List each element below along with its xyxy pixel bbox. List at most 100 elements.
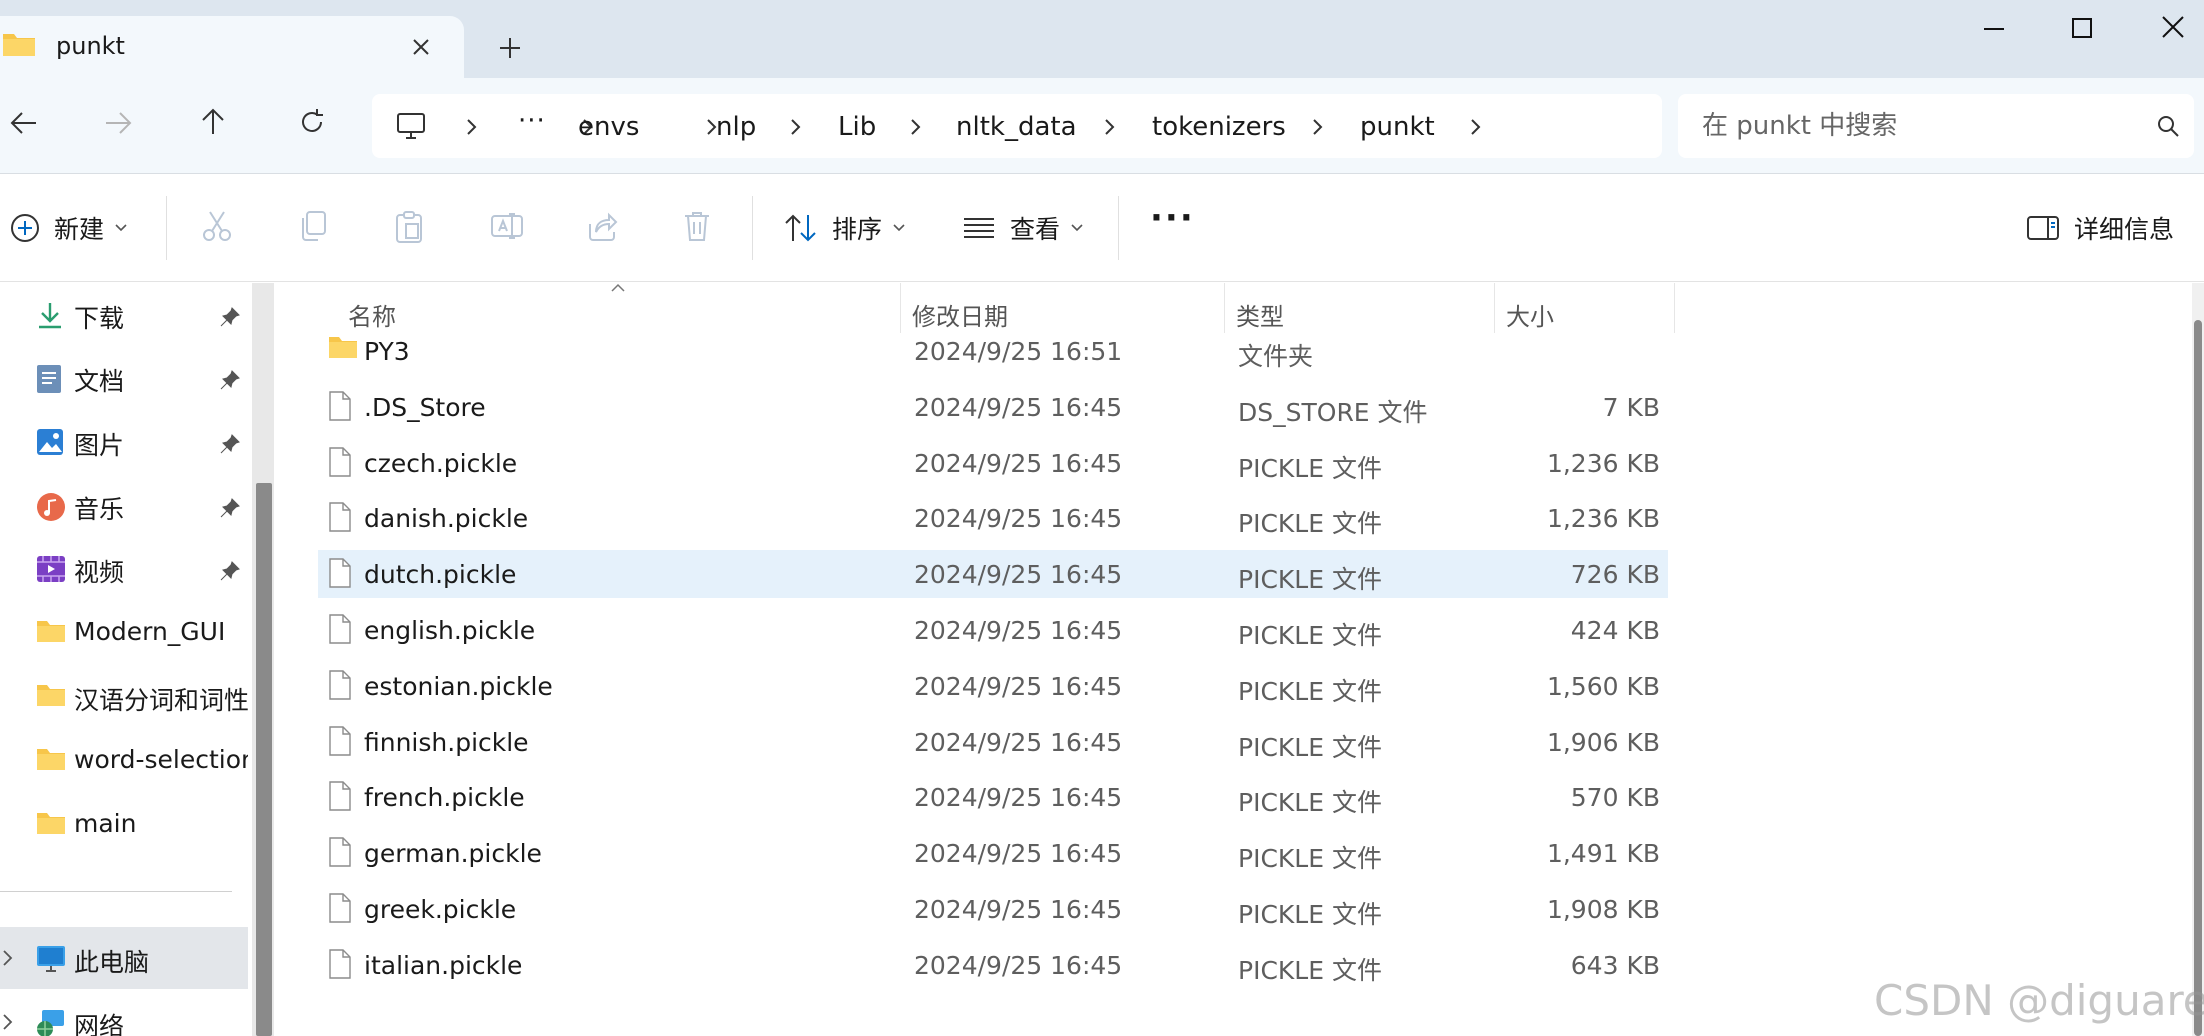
cut-icon	[202, 210, 232, 242]
breadcrumb-chevron-icon[interactable]	[1104, 118, 1116, 136]
column-divider[interactable]	[1674, 283, 1675, 333]
sidebar-item-documents[interactable]: 文档	[0, 346, 248, 408]
file-size: 1,236 KB	[1546, 504, 1660, 534]
chevron-right-icon[interactable]	[2, 949, 14, 967]
search-icon[interactable]	[2156, 114, 2180, 138]
pin-icon[interactable]	[220, 370, 240, 390]
sort-ascending-icon	[610, 283, 626, 293]
file-row[interactable]: finnish.pickle 2024/9/25 16:45 PICKLE 文件 1,…	[318, 718, 1668, 766]
file-row[interactable]: italian.pickle 2024/9/25 16:45 PICKLE 文件 64…	[318, 941, 1668, 989]
search-box[interactable]	[1678, 94, 2194, 158]
file-type: PICKLE 文件	[1238, 565, 1382, 595]
breadcrumb-lib[interactable]: Lib	[838, 112, 876, 142]
file-type: PICKLE 文件	[1238, 453, 1382, 483]
breadcrumb-chevron-icon[interactable]	[790, 118, 802, 136]
file-row[interactable]: PY3 2024/9/25 16:51 文件夹	[318, 327, 1668, 375]
sidebar-item-word-selection[interactable]: word-selection	[0, 729, 248, 791]
pin-icon[interactable]	[220, 561, 240, 581]
file-row[interactable]: .DS_Store 2024/9/25 16:45 DS_STORE 文件 7 KB	[318, 383, 1668, 431]
file-row[interactable]: danish.pickle 2024/9/25 16:45 PICKLE 文件 1,2…	[318, 494, 1668, 542]
sidebar-item-videos[interactable]: 视频	[0, 537, 248, 599]
file-type: PICKLE 文件	[1238, 509, 1382, 539]
file-modified: 2024/9/25 16:45	[914, 895, 1123, 924]
column-divider[interactable]	[1224, 283, 1225, 333]
file-row[interactable]: english.pickle 2024/9/25 16:45 PICKLE 文件 42…	[318, 606, 1668, 654]
file-icon	[328, 837, 352, 867]
this-pc-icon	[36, 945, 66, 973]
new-button[interactable]: 新建	[10, 210, 128, 246]
up-arrow-icon[interactable]	[200, 108, 226, 136]
pane-splitter[interactable]	[274, 283, 282, 1036]
file-modified: 2024/9/25 16:45	[914, 839, 1123, 869]
file-row[interactable]: dutch.pickle 2024/9/25 16:45 PICKLE 文件 726 …	[318, 550, 1668, 599]
sidebar-item-label: word-selection	[74, 745, 248, 774]
title-bar: punkt	[0, 0, 2204, 78]
new-tab-icon[interactable]	[496, 34, 524, 62]
sidebar-item-network[interactable]: 网络	[0, 991, 248, 1036]
details-pane-button[interactable]: 详细信息	[2026, 210, 2174, 246]
file-type: PICKLE 文件	[1238, 955, 1382, 985]
breadcrumb-chevron-icon[interactable]	[1312, 118, 1324, 136]
file-row[interactable]: estonian.pickle 2024/9/25 16:45 PICKLE 文件 1…	[318, 662, 1668, 710]
file-type: PICKLE 文件	[1238, 900, 1382, 929]
command-bar: 新建 排序 查看 ··· 详细信息	[0, 174, 2204, 282]
file-list: 名称 修改日期 类型 大小 PY3 2024/9/25 16:51 文件夹 .DS_S…	[282, 283, 2188, 1036]
breadcrumb-nltk-data[interactable]: nltk_data	[956, 112, 1077, 142]
address-bar[interactable]: ··· envs nlp Lib nltk_data tokenizers pu…	[372, 94, 1662, 158]
folder-icon	[36, 747, 66, 771]
sidebar-item-modern-gui[interactable]: Modern_GUI	[0, 601, 248, 663]
file-size: 424 KB	[1570, 616, 1660, 645]
sidebar-item-chinese-segmentation[interactable]: 汉语分词和词性标注	[0, 665, 248, 727]
close-window-icon[interactable]	[2160, 14, 2186, 40]
breadcrumb-envs[interactable]: envs	[578, 112, 639, 142]
file-row[interactable]: french.pickle 2024/9/25 16:45 PICKLE 文件 570…	[318, 773, 1668, 821]
file-icon	[328, 446, 352, 477]
column-divider[interactable]	[900, 283, 901, 333]
pin-icon[interactable]	[220, 307, 240, 327]
this-pc-icon[interactable]	[396, 112, 426, 140]
navigation-bar: ··· envs nlp Lib nltk_data tokenizers pu…	[0, 78, 2204, 174]
refresh-icon[interactable]	[298, 108, 326, 136]
file-type: PICKLE 文件	[1238, 732, 1382, 762]
breadcrumb-chevron-icon[interactable]	[1470, 118, 1482, 136]
close-tab-icon[interactable]	[408, 34, 434, 60]
file-icon	[328, 893, 352, 923]
paste-icon	[394, 210, 424, 244]
sort-button[interactable]: 排序	[784, 210, 906, 246]
sidebar-item-label: Modern_GUI	[74, 617, 226, 646]
sidebar-item-main[interactable]: main	[0, 793, 248, 855]
tab-punkt[interactable]: punkt	[0, 16, 464, 78]
pin-icon[interactable]	[220, 434, 240, 454]
breadcrumb-chevron-icon[interactable]	[466, 118, 478, 136]
minimize-icon[interactable]	[1982, 27, 2006, 31]
folder-icon	[36, 811, 66, 835]
sidebar-item-downloads[interactable]: 下载	[0, 283, 248, 345]
sidebar-item-pictures[interactable]: 图片	[0, 410, 248, 472]
sidebar-scrollbar-thumb[interactable]	[256, 483, 272, 1036]
file-size: 726 KB	[1570, 560, 1660, 590]
file-row[interactable]: german.pickle 2024/9/25 16:45 PICKLE 文件 1,4…	[318, 829, 1668, 877]
column-divider[interactable]	[1494, 283, 1495, 333]
breadcrumb-punkt[interactable]: punkt	[1360, 112, 1435, 142]
chevron-right-icon[interactable]	[2, 1013, 14, 1031]
file-size: 1,560 KB	[1546, 671, 1660, 701]
breadcrumb-chevron-icon[interactable]	[910, 118, 922, 136]
view-button[interactable]: 查看	[962, 210, 1084, 246]
file-modified: 2024/9/25 16:45	[914, 392, 1123, 422]
details-pane-label: 详细信息	[2074, 215, 2175, 244]
sidebar-item-label: main	[74, 809, 137, 838]
sidebar-item-this-pc[interactable]: 此电脑	[0, 927, 248, 989]
maximize-icon[interactable]	[2070, 16, 2094, 40]
file-row[interactable]: czech.pickle 2024/9/25 16:45 PICKLE 文件 1,23…	[318, 439, 1668, 487]
sidebar-item-music[interactable]: 音乐	[0, 474, 248, 536]
breadcrumb-tokenizers[interactable]: tokenizers	[1152, 112, 1286, 142]
folder-icon	[36, 619, 66, 643]
breadcrumb-nlp[interactable]: nlp	[716, 112, 756, 142]
file-list-scrollbar-thumb[interactable]	[2194, 320, 2202, 1036]
back-arrow-icon[interactable]	[10, 110, 38, 136]
search-input[interactable]	[1702, 108, 2122, 144]
breadcrumb-more[interactable]: ···	[518, 106, 546, 136]
file-row[interactable]: greek.pickle 2024/9/25 16:45 PICKLE 文件 1,90…	[318, 885, 1668, 933]
more-options-button[interactable]: ···	[1150, 198, 1195, 238]
pin-icon[interactable]	[220, 498, 240, 518]
